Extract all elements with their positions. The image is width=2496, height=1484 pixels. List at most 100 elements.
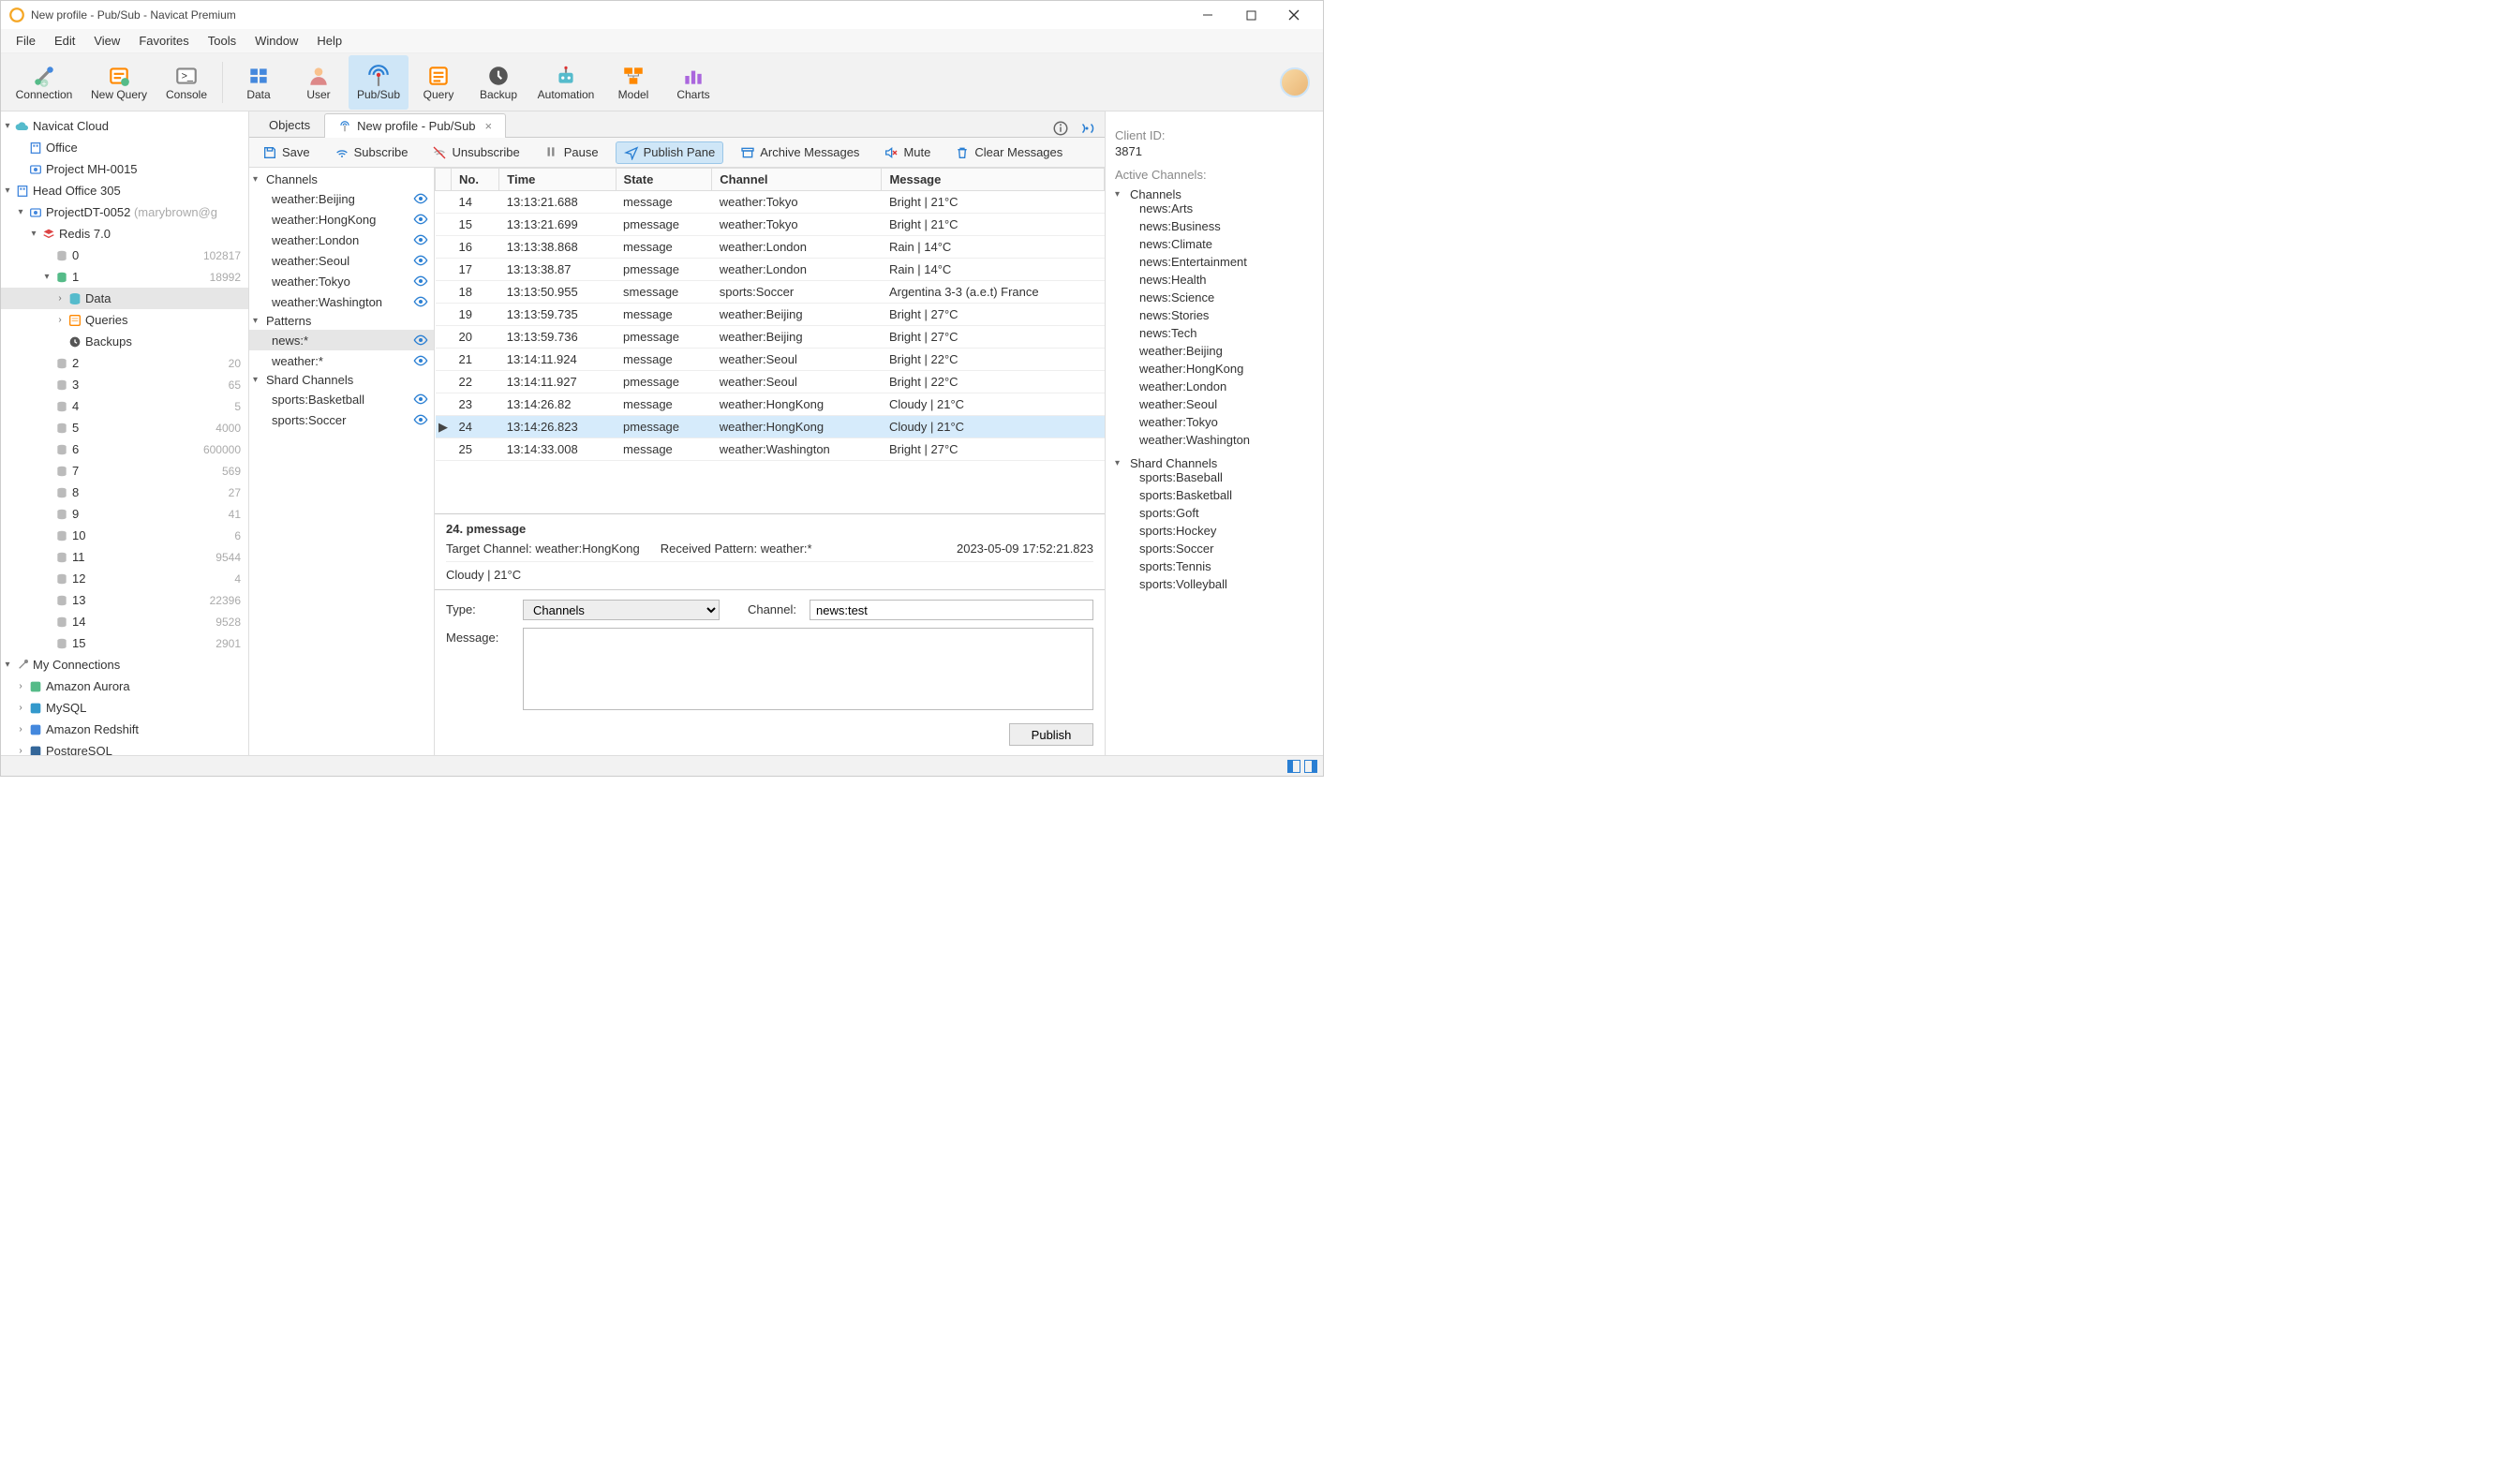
close-button[interactable] — [1272, 1, 1315, 29]
chevron-icon[interactable]: › — [53, 315, 67, 325]
channel-item[interactable]: news:Arts — [1115, 201, 1314, 219]
channel-item[interactable]: news:Tech — [1115, 326, 1314, 344]
table-row[interactable]: 2113:14:11.924messageweather:SeoulBright… — [436, 349, 1105, 371]
maximize-button[interactable] — [1229, 1, 1272, 29]
minimize-button[interactable] — [1186, 1, 1229, 29]
tree-item[interactable]: ›Amazon Aurora — [1, 675, 248, 697]
eye-icon[interactable] — [413, 412, 428, 427]
eye-icon[interactable] — [413, 294, 428, 309]
sub-item[interactable]: weather:HongKong — [249, 209, 434, 230]
toolbar-backup[interactable]: Backup — [468, 55, 528, 110]
menu-favorites[interactable]: Favorites — [129, 31, 198, 51]
sub-item[interactable]: weather:London — [249, 230, 434, 250]
type-select[interactable]: Channels — [523, 600, 720, 620]
channel-item[interactable]: news:Business — [1115, 219, 1314, 237]
publish-pane-toggle[interactable]: Publish Pane — [616, 141, 724, 164]
toolbar-charts[interactable]: Charts — [663, 55, 723, 110]
menu-file[interactable]: File — [7, 31, 45, 51]
chevron-icon[interactable]: › — [53, 293, 67, 304]
shard-item[interactable]: sports:Basketball — [1115, 488, 1314, 506]
eye-icon[interactable] — [413, 212, 428, 227]
table-row[interactable]: 1613:13:38.868messageweather:LondonRain … — [436, 236, 1105, 259]
tree-item[interactable]: 7569 — [1, 460, 248, 482]
tree-item[interactable]: 0102817 — [1, 245, 248, 266]
panel-toggle-right-icon[interactable] — [1304, 760, 1317, 773]
eye-icon[interactable] — [413, 333, 428, 348]
shard-item[interactable]: sports:Tennis — [1115, 559, 1314, 577]
channel-item[interactable]: news:Science — [1115, 290, 1314, 308]
col-header[interactable]: State — [616, 169, 712, 191]
sub-item[interactable]: weather:Washington — [249, 291, 434, 312]
col-header[interactable]: Time — [499, 169, 616, 191]
unsubscribe-button[interactable]: Unsubscribe — [424, 142, 527, 163]
chevron-icon[interactable]: › — [14, 746, 27, 755]
tree-item[interactable]: Backups — [1, 331, 248, 352]
shard-group[interactable]: ▾Shard Channels — [1115, 456, 1314, 470]
tree-item[interactable]: 6600000 — [1, 438, 248, 460]
channel-input[interactable] — [810, 600, 1093, 620]
tree-item[interactable]: 152901 — [1, 632, 248, 654]
toolbar-model[interactable]: Model — [603, 55, 663, 110]
tree-item[interactable]: 1322396 — [1, 589, 248, 611]
menu-help[interactable]: Help — [307, 31, 351, 51]
chevron-icon[interactable]: › — [14, 703, 27, 713]
publish-button[interactable]: Publish — [1009, 723, 1093, 746]
toolbar-query[interactable]: Query — [409, 55, 468, 110]
chevron-icon[interactable]: ▾ — [1, 186, 14, 196]
subscriptions-panel[interactable]: ▾Channelsweather:Beijingweather:HongKong… — [249, 168, 435, 755]
pause-button[interactable]: Pause — [537, 142, 606, 163]
menu-tools[interactable]: Tools — [199, 31, 245, 51]
tree-item[interactable]: 220 — [1, 352, 248, 374]
tab-pubsub-profile[interactable]: New profile - Pub/Sub × — [324, 113, 506, 138]
tree-item[interactable]: ›Amazon Redshift — [1, 719, 248, 740]
close-icon[interactable]: × — [485, 119, 493, 133]
user-avatar[interactable] — [1280, 67, 1310, 97]
tree-item[interactable]: ▾My Connections — [1, 654, 248, 675]
archive-button[interactable]: Archive Messages — [733, 142, 867, 163]
tree-item[interactable]: 941 — [1, 503, 248, 525]
toolbar-newquery[interactable]: New Query — [82, 55, 156, 110]
shard-item[interactable]: sports:Goft — [1115, 506, 1314, 524]
sub-item[interactable]: news:* — [249, 330, 434, 350]
tab-objects[interactable]: Objects — [255, 112, 324, 137]
channel-item[interactable]: weather:London — [1115, 379, 1314, 397]
tree-item[interactable]: Office — [1, 137, 248, 158]
menu-window[interactable]: Window — [245, 31, 307, 51]
chevron-icon[interactable]: › — [14, 724, 27, 735]
sub-item[interactable]: weather:Beijing — [249, 188, 434, 209]
table-row[interactable]: 1913:13:59.735messageweather:BeijingBrig… — [436, 304, 1105, 326]
table-row[interactable]: 1713:13:38.87pmessageweather:LondonRain … — [436, 259, 1105, 281]
chevron-icon[interactable]: › — [14, 681, 27, 691]
eye-icon[interactable] — [413, 253, 428, 268]
channel-item[interactable]: weather:Beijing — [1115, 344, 1314, 362]
shard-item[interactable]: sports:Soccer — [1115, 542, 1314, 559]
clear-button[interactable]: Clear Messages — [947, 142, 1070, 163]
table-row[interactable]: 1813:13:50.955smessagesports:SoccerArgen… — [436, 281, 1105, 304]
tree-item[interactable]: 827 — [1, 482, 248, 503]
subscribe-button[interactable]: Subscribe — [327, 142, 416, 163]
sub-item[interactable]: weather:* — [249, 350, 434, 371]
chevron-icon[interactable]: ▾ — [1, 121, 14, 131]
table-row[interactable]: ▶2413:14:26.823pmessageweather:HongKongC… — [436, 416, 1105, 438]
save-button[interactable]: Save — [255, 142, 318, 163]
sub-item[interactable]: sports:Basketball — [249, 389, 434, 409]
toolbar-automation[interactable]: Automation — [528, 55, 603, 110]
tree-item[interactable]: ▾ProjectDT-0052 (marybrown@g — [1, 201, 248, 223]
shard-item[interactable]: sports:Baseball — [1115, 470, 1314, 488]
tree-item[interactable]: Project MH-0015 — [1, 158, 248, 180]
chevron-icon[interactable]: ▾ — [14, 207, 27, 217]
sub-group[interactable]: ▾Channels — [249, 171, 434, 188]
tree-item[interactable]: ›MySQL — [1, 697, 248, 719]
menu-edit[interactable]: Edit — [45, 31, 84, 51]
antenna-icon[interactable] — [1078, 120, 1095, 137]
table-row[interactable]: 1513:13:21.699pmessageweather:TokyoBrigh… — [436, 214, 1105, 236]
sub-item[interactable]: weather:Tokyo — [249, 271, 434, 291]
mute-button[interactable]: Mute — [876, 142, 938, 163]
col-header[interactable]: No. — [452, 169, 499, 191]
eye-icon[interactable] — [413, 232, 428, 247]
channel-item[interactable]: weather:HongKong — [1115, 362, 1314, 379]
channel-item[interactable]: weather:Tokyo — [1115, 415, 1314, 433]
eye-icon[interactable] — [413, 274, 428, 289]
messages-grid[interactable]: No.TimeStateChannelMessage1413:13:21.688… — [435, 168, 1105, 513]
tree-item[interactable]: ▾Head Office 305 — [1, 180, 248, 201]
